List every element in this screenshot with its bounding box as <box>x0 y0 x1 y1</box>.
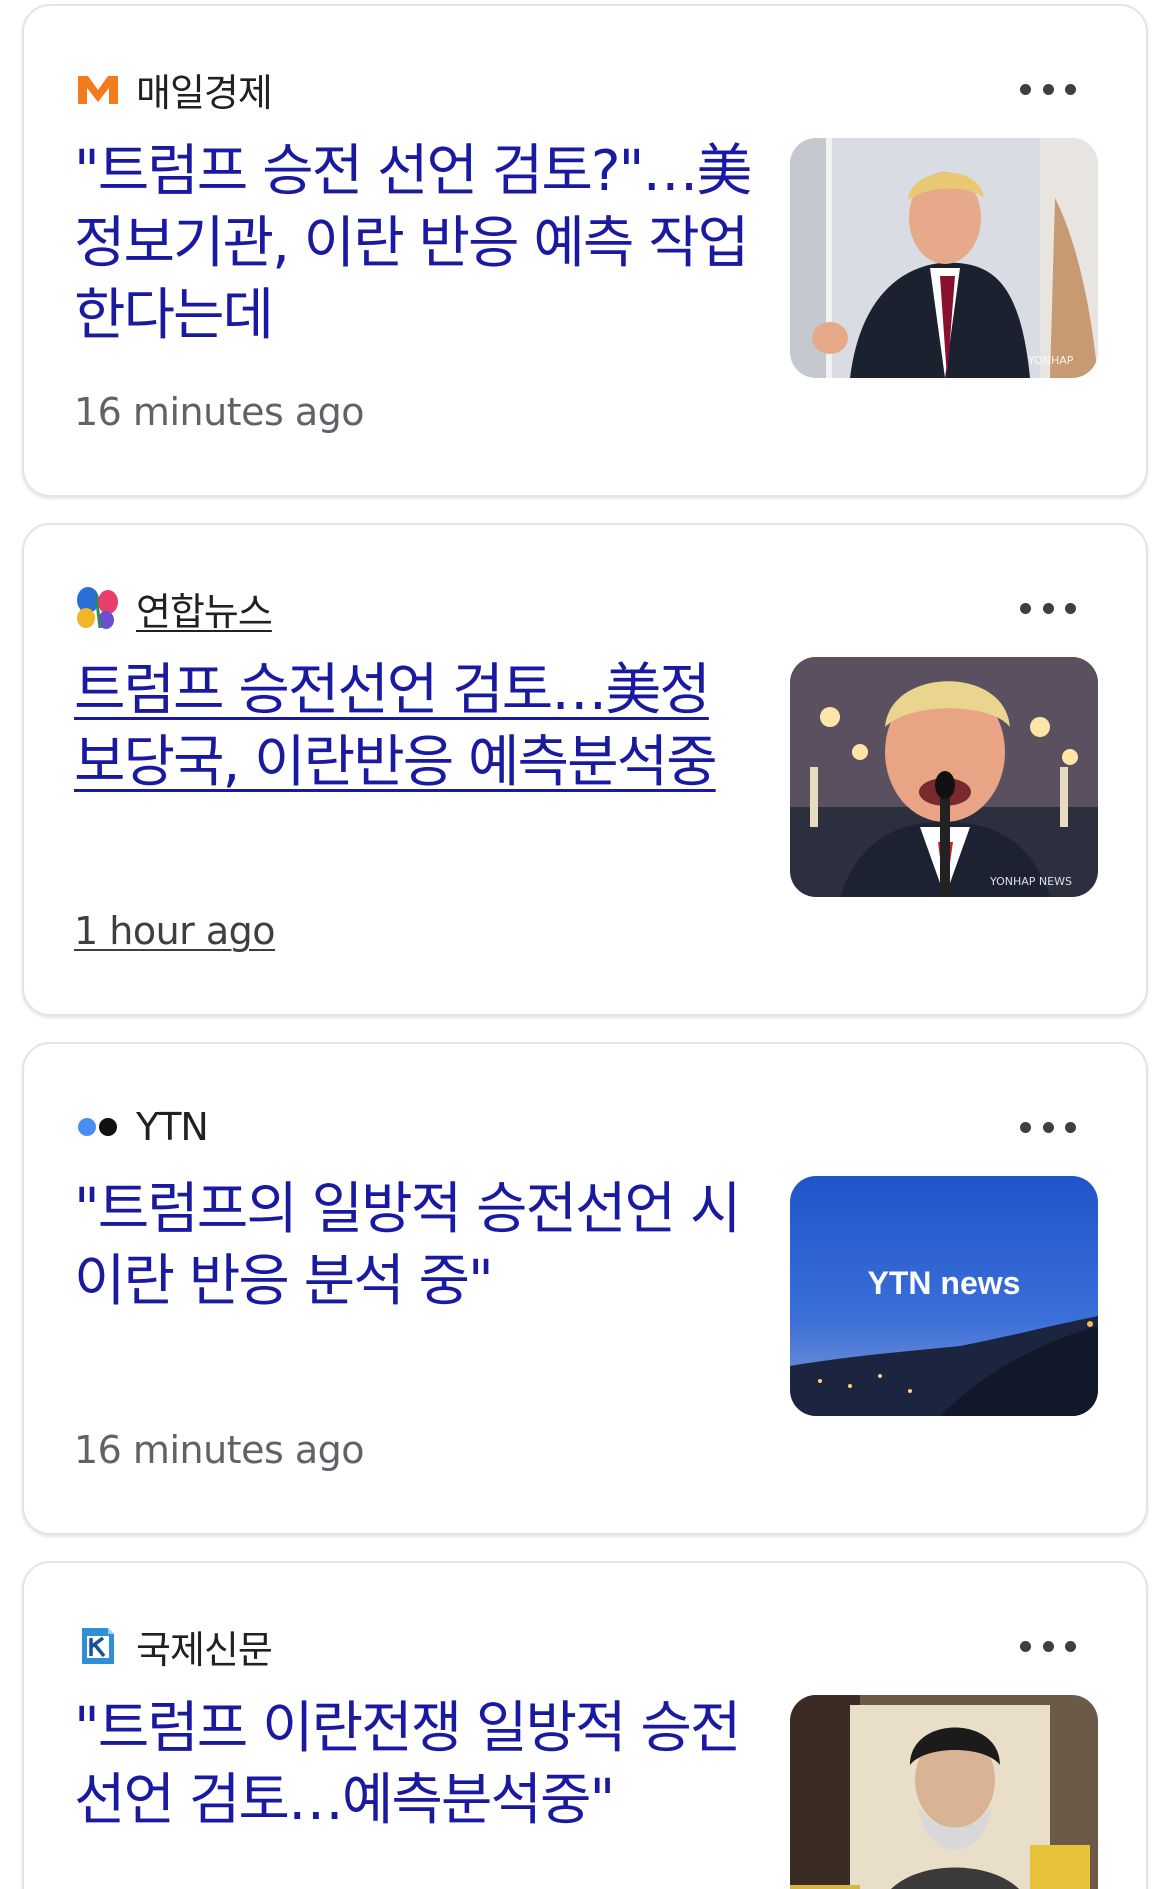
article-thumbnail[interactable]: YONHAP <box>790 138 1098 378</box>
article-card-kookje[interactable]: 국제신문 "트럼프 이란전쟁 일방적 승전선언 검토…예측분석중" <box>22 1561 1148 1889</box>
article-thumbnail[interactable]: YONHAP NEWS <box>790 657 1098 897</box>
article-card-maeil[interactable]: 매일경제 "트럼프 승전 선언 검토?"…美 정보기관, 이란 반응 예측 작업… <box>22 4 1148 497</box>
article-thumbnail[interactable]: YTN news <box>790 1176 1098 1416</box>
source-name: 매일경제 <box>136 70 273 115</box>
more-options-icon[interactable] <box>1020 74 1076 104</box>
thumbnail-watermark: YONHAP NEWS <box>989 875 1072 888</box>
article-headline[interactable]: "트럼프 승전 선언 검토?"…美 정보기관, 이란 반응 예측 작업한다는데 <box>74 136 754 352</box>
yonhap-butterfly-logo-icon <box>74 586 122 630</box>
kookje-k-logo-icon <box>74 1624 122 1668</box>
source-name: YTN <box>136 1105 209 1149</box>
article-headline[interactable]: 트럼프 승전선언 검토…美정보당국, 이란반응 예측분석중 <box>74 655 754 799</box>
article-card-ytn[interactable]: YTN "트럼프의 일방적 승전선언 시 이란 반응 분석 중" 16 minu… <box>22 1042 1148 1535</box>
article-headline[interactable]: "트럼프 이란전쟁 일방적 승전선언 검토…예측분석중" <box>74 1693 754 1837</box>
article-source[interactable]: 국제신문 <box>74 1621 273 1672</box>
article-thumbnail[interactable] <box>790 1695 1098 1889</box>
article-time: 1 hour ago <box>74 909 276 953</box>
maeil-m-logo-icon <box>74 67 122 111</box>
source-name: 국제신문 <box>136 1627 273 1672</box>
article-time: 16 minutes ago <box>74 390 365 434</box>
article-headline[interactable]: "트럼프의 일방적 승전선언 시 이란 반응 분석 중" <box>74 1174 754 1318</box>
more-options-icon[interactable] <box>1020 593 1076 623</box>
ytn-dots-logo-icon <box>74 1105 122 1149</box>
article-time: 16 minutes ago <box>74 1428 365 1472</box>
more-options-icon[interactable] <box>1020 1112 1076 1142</box>
thumbnail-text: YTN news <box>868 1265 1021 1301</box>
news-feed: 매일경제 "트럼프 승전 선언 검토?"…美 정보기관, 이란 반응 예측 작업… <box>0 0 1170 1889</box>
article-source[interactable]: 매일경제 <box>74 64 273 115</box>
more-options-icon[interactable] <box>1020 1631 1076 1661</box>
source-name: 연합뉴스 <box>136 589 273 634</box>
article-card-yonhap[interactable]: 연합뉴스 트럼프 승전선언 검토…美정보당국, 이란반응 예측분석중 1 hou… <box>22 523 1148 1016</box>
article-source[interactable]: 연합뉴스 <box>74 583 273 634</box>
thumbnail-watermark: YONHAP <box>1027 354 1074 367</box>
article-source[interactable]: YTN <box>74 1102 209 1152</box>
